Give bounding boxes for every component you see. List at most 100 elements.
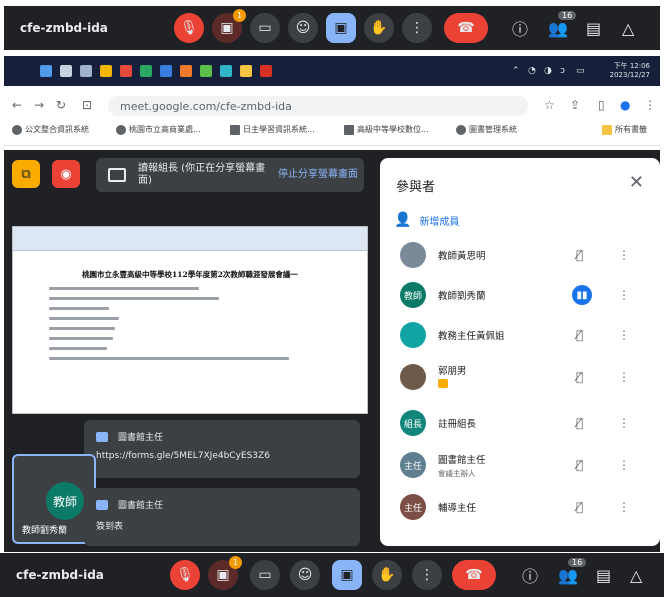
- recording-button[interactable]: ◉: [52, 160, 80, 188]
- info-icon[interactable]: ⓘ: [512, 16, 528, 40]
- url-text: meet.google.com/cfe-zmbd-ida: [120, 99, 292, 113]
- mic-muted-icon[interactable]: 🎙̸: [576, 248, 583, 262]
- chat-icon[interactable]: ▤: [586, 19, 601, 38]
- activities-icon[interactable]: △: [630, 566, 642, 585]
- camera-off-button[interactable]: ▣ 1: [212, 9, 246, 43]
- profile-avatar[interactable]: ●: [620, 98, 630, 112]
- participant-row[interactable]: 教師 教師劉秀蘭 ▮▮ ⋮: [380, 276, 660, 314]
- site-info-icon[interactable]: ⊡: [82, 98, 92, 112]
- leave-call-button[interactable]: ☎: [444, 13, 488, 43]
- captions-button[interactable]: ▭: [250, 13, 280, 43]
- mic-muted-icon[interactable]: 🎙̸: [576, 370, 583, 384]
- present-icon: ▣: [340, 567, 354, 583]
- camera-off-button[interactable]: ▣ 1: [208, 556, 242, 590]
- present-icon: ▣: [334, 20, 348, 36]
- edge-icon[interactable]: [160, 65, 172, 77]
- captions-button[interactable]: ▭: [250, 560, 280, 590]
- app-icon-pdf[interactable]: [260, 65, 272, 77]
- more-options-button[interactable]: ⋮: [412, 560, 442, 590]
- participant-row[interactable]: 主任 輔導主任 🎙̸ ⋮: [380, 488, 660, 526]
- present-to-all-icon: [108, 168, 126, 182]
- present-button[interactable]: ▣: [332, 560, 362, 590]
- bookmark-label: 公文整合資訊系統: [25, 125, 89, 134]
- tray-chevron-icon[interactable]: ⌃: [512, 66, 520, 76]
- activities-icon[interactable]: △: [622, 19, 634, 38]
- reload-icon[interactable]: ↻: [56, 98, 66, 112]
- app-icon-red[interactable]: [120, 65, 132, 77]
- participant-row[interactable]: 教務主任黃佩姐 🎙̸ ⋮: [380, 316, 660, 354]
- more-vert-icon[interactable]: ⋮: [618, 500, 630, 514]
- participant-row[interactable]: 郭朋男 🎙̸ ⋮: [380, 358, 660, 396]
- bookmark-item[interactable]: 日主學習資訊系統...: [230, 124, 315, 135]
- stop-sharing-button[interactable]: 停止分享螢幕畫面: [278, 169, 358, 181]
- app-icon-green[interactable]: [140, 65, 152, 77]
- present-button[interactable]: ▣: [326, 13, 356, 43]
- bookmark-item[interactable]: 高級中等學校數位...: [344, 124, 429, 135]
- close-icon[interactable]: ✕: [629, 172, 644, 193]
- speaking-indicator-icon[interactable]: ▮▮: [572, 285, 592, 305]
- browser-menu-icon[interactable]: ⋮: [644, 98, 656, 112]
- more-vert-icon[interactable]: ⋮: [618, 288, 630, 302]
- mic-muted-icon[interactable]: 🎙̸: [576, 500, 583, 514]
- app-icon-lime[interactable]: [200, 65, 212, 77]
- chat-bubble-icon: [96, 431, 108, 442]
- emoji-button[interactable]: ☺: [290, 560, 320, 590]
- star-icon[interactable]: ☆: [544, 98, 555, 112]
- more-vert-icon[interactable]: ⋮: [618, 416, 630, 430]
- participant-name-block: 郭朋男: [438, 363, 558, 391]
- people-icon[interactable]: 👥 16: [548, 10, 577, 38]
- bookmark-item[interactable]: 公文整合資訊系統: [12, 124, 89, 135]
- leave-call-button[interactable]: ☎: [452, 560, 496, 590]
- presentation-notes-button[interactable]: ⧉: [12, 160, 40, 188]
- share-page-icon[interactable]: ⇪: [570, 98, 580, 112]
- people-icon[interactable]: 👥 16: [558, 557, 587, 585]
- more-vert-icon[interactable]: ⋮: [618, 458, 630, 472]
- participant-name-block: 註冊組長: [438, 416, 558, 430]
- chat-message[interactable]: https://forms.gle/5MEL7XJe4bCyES3Z6: [96, 451, 360, 461]
- participant-row[interactable]: 教師黃思明 🎙̸ ⋮: [380, 236, 660, 274]
- folder-icon[interactable]: [240, 65, 252, 77]
- raise-hand-button[interactable]: ✋: [372, 560, 402, 590]
- bookmark-item[interactable]: 桃園市立高商業處...: [116, 124, 201, 135]
- more-vert-icon[interactable]: ⋮: [618, 328, 630, 342]
- bookmark-label: 桃園市立高商業處...: [129, 125, 201, 134]
- search-icon[interactable]: [60, 65, 72, 77]
- chrome-icon[interactable]: [100, 65, 112, 77]
- participant-name-block: 教務主任黃佩姐: [438, 328, 558, 342]
- mic-off-button[interactable]: 🎙: [174, 13, 204, 43]
- mic-muted-icon[interactable]: 🎙̸: [576, 328, 583, 342]
- mic-off-button[interactable]: 🎙: [170, 560, 200, 590]
- mic-muted-icon[interactable]: 🎙̸: [576, 416, 583, 430]
- forward-icon[interactable]: →: [34, 98, 44, 112]
- add-people-button[interactable]: 👤 新增成員: [394, 212, 459, 228]
- more-vert-icon[interactable]: ⋮: [618, 370, 630, 384]
- more-vert-icon[interactable]: ⋮: [618, 248, 630, 262]
- task-view-icon[interactable]: [80, 65, 92, 77]
- meeting-code: cfe-zmbd-ida: [16, 568, 104, 582]
- chat-notification[interactable]: 圖書館主任 https://forms.gle/5MEL7XJe4bCyES3Z…: [84, 420, 360, 478]
- address-bar[interactable]: meet.google.com/cfe-zmbd-ida: [108, 96, 528, 116]
- meet-control-bar-bottom: cfe-zmbd-ida 🎙 ▣ 1 ▭ ☺ ▣ ✋ ⋮ ☎ ⓘ 👥 16 ▤ △: [0, 553, 664, 597]
- avatar: 教師: [400, 282, 426, 308]
- back-icon[interactable]: ←: [12, 98, 22, 112]
- more-options-button[interactable]: ⋮: [402, 13, 432, 43]
- all-bookmarks[interactable]: 所有書籤: [602, 124, 647, 135]
- raise-hand-button[interactable]: ✋: [364, 13, 394, 43]
- self-name: 教師劉秀蘭: [22, 526, 68, 536]
- bookmark-item[interactable]: 圖書管理系統: [456, 124, 517, 135]
- chat-icon[interactable]: ▤: [596, 566, 611, 585]
- info-icon[interactable]: ⓘ: [522, 563, 538, 587]
- app-icon-cyan[interactable]: [220, 65, 232, 77]
- emoji-button[interactable]: ☺: [288, 13, 318, 43]
- participant-row[interactable]: 組長 註冊組長 🎙̸ ⋮: [380, 404, 660, 442]
- windows-start-icon[interactable]: [40, 65, 52, 77]
- participant-name: 註冊組長: [438, 419, 477, 430]
- sidepanel-icon[interactable]: ▯: [598, 98, 605, 112]
- participant-name: 教師劉秀蘭: [438, 291, 486, 302]
- app-icon-orange[interactable]: [180, 65, 192, 77]
- shared-screen-document: 桃園市立永豐高級中等學校112學年度第2次教師職涯發展會議一: [12, 226, 368, 414]
- mic-muted-icon[interactable]: 🎙̸: [576, 458, 583, 472]
- participant-row[interactable]: 主任 圖書館主任 會議主辦人 🎙̸ ⋮: [380, 446, 660, 484]
- chat-notification[interactable]: 圖書館主任 簽到表: [84, 488, 360, 546]
- all-bookmarks-label: 所有書籤: [615, 125, 647, 134]
